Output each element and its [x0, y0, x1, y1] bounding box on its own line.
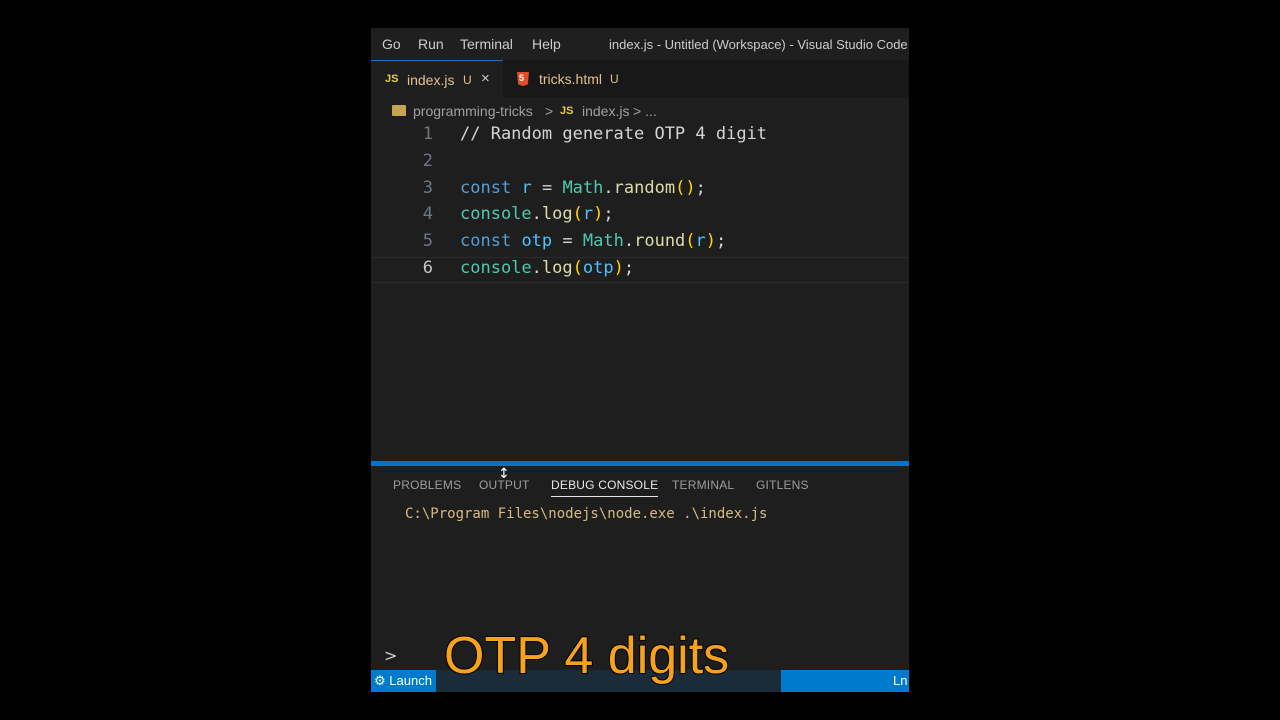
tab-label: index.js — [407, 72, 455, 88]
code-editor[interactable]: 1 // Random generate OTP 4 digit 2 3 con… — [371, 124, 909, 460]
code-text[interactable]: const otp = Math.round(r); — [460, 231, 726, 251]
tab-index-js[interactable]: JS index.js U × — [371, 60, 503, 98]
video-caption: OTP 4 digits — [443, 627, 730, 685]
window-title: index.js - Untitled (Workspace) - Visual… — [609, 37, 908, 52]
launch-button[interactable]: ⚙ Launch — [374, 673, 432, 689]
breadcrumb: programming-tricks > JS index.js > ... — [371, 98, 909, 124]
vscode-window: Go Run Terminal Help index.js - Untitled… — [371, 28, 909, 692]
html5-icon: 5 — [517, 72, 529, 86]
js-file-icon: JS — [560, 105, 574, 117]
folder-icon — [392, 105, 406, 116]
breadcrumb-more[interactable]: > ... — [633, 103, 657, 119]
tab-tricks-html[interactable]: 5 tricks.html U — [503, 60, 621, 98]
menu-help[interactable]: Help — [532, 36, 561, 52]
js-file-icon: JS — [385, 73, 399, 85]
tab-terminal[interactable]: TERMINAL — [672, 478, 734, 492]
breadcrumb-file[interactable]: index.js — [582, 103, 629, 119]
line-number: 3 — [422, 178, 433, 198]
code-text[interactable]: console.log(otp); — [460, 258, 634, 278]
breadcrumb-separator: > — [545, 103, 554, 119]
menu-run[interactable]: Run — [418, 36, 444, 52]
line-number: 5 — [422, 231, 433, 251]
tab-output[interactable]: OUTPUT — [479, 478, 530, 492]
menu-terminal[interactable]: Terminal — [460, 36, 513, 52]
tab-label: tricks.html — [539, 71, 602, 87]
line-number: 6 — [422, 258, 433, 278]
code-line[interactable]: 5 const otp = Math.round(r); — [371, 231, 909, 257]
menu-go[interactable]: Go — [382, 36, 401, 52]
code-line[interactable]: 2 — [371, 151, 909, 177]
code-text[interactable]: const r = Math.random(); — [460, 178, 706, 198]
line-number: 1 — [422, 124, 433, 144]
code-text[interactable]: // Random generate OTP 4 digit — [460, 124, 767, 144]
line-number: 2 — [422, 151, 433, 171]
untracked-badge: U — [463, 73, 472, 87]
breadcrumb-folder[interactable]: programming-tricks — [413, 103, 533, 119]
code-line[interactable]: 4 console.log(r); — [371, 204, 909, 230]
tab-problems[interactable]: PROBLEMS — [393, 478, 461, 492]
menu-bar: Go Run Terminal Help index.js - Untitled… — [371, 28, 909, 60]
editor-tab-bar: JS index.js U × 5 tricks.html U — [371, 60, 909, 98]
code-line[interactable]: 1 // Random generate OTP 4 digit — [371, 124, 909, 150]
cursor-position[interactable]: Ln — [893, 673, 907, 688]
console-prompt-icon[interactable]: > — [384, 646, 397, 665]
close-icon[interactable]: × — [481, 70, 490, 87]
code-line[interactable]: 3 const r = Math.random(); — [371, 178, 909, 204]
launch-label: Launch — [389, 673, 432, 688]
code-line-current[interactable]: 6 console.log(otp); — [371, 257, 909, 283]
tab-debug-console[interactable]: DEBUG CONSOLE — [551, 478, 659, 497]
line-number: 4 — [422, 204, 433, 224]
untracked-badge: U — [610, 72, 619, 86]
code-text[interactable]: console.log(r); — [460, 204, 614, 224]
console-output: C:\Program Files\nodejs\node.exe .\index… — [405, 506, 768, 522]
tab-gitlens[interactable]: GITLENS — [756, 478, 809, 492]
